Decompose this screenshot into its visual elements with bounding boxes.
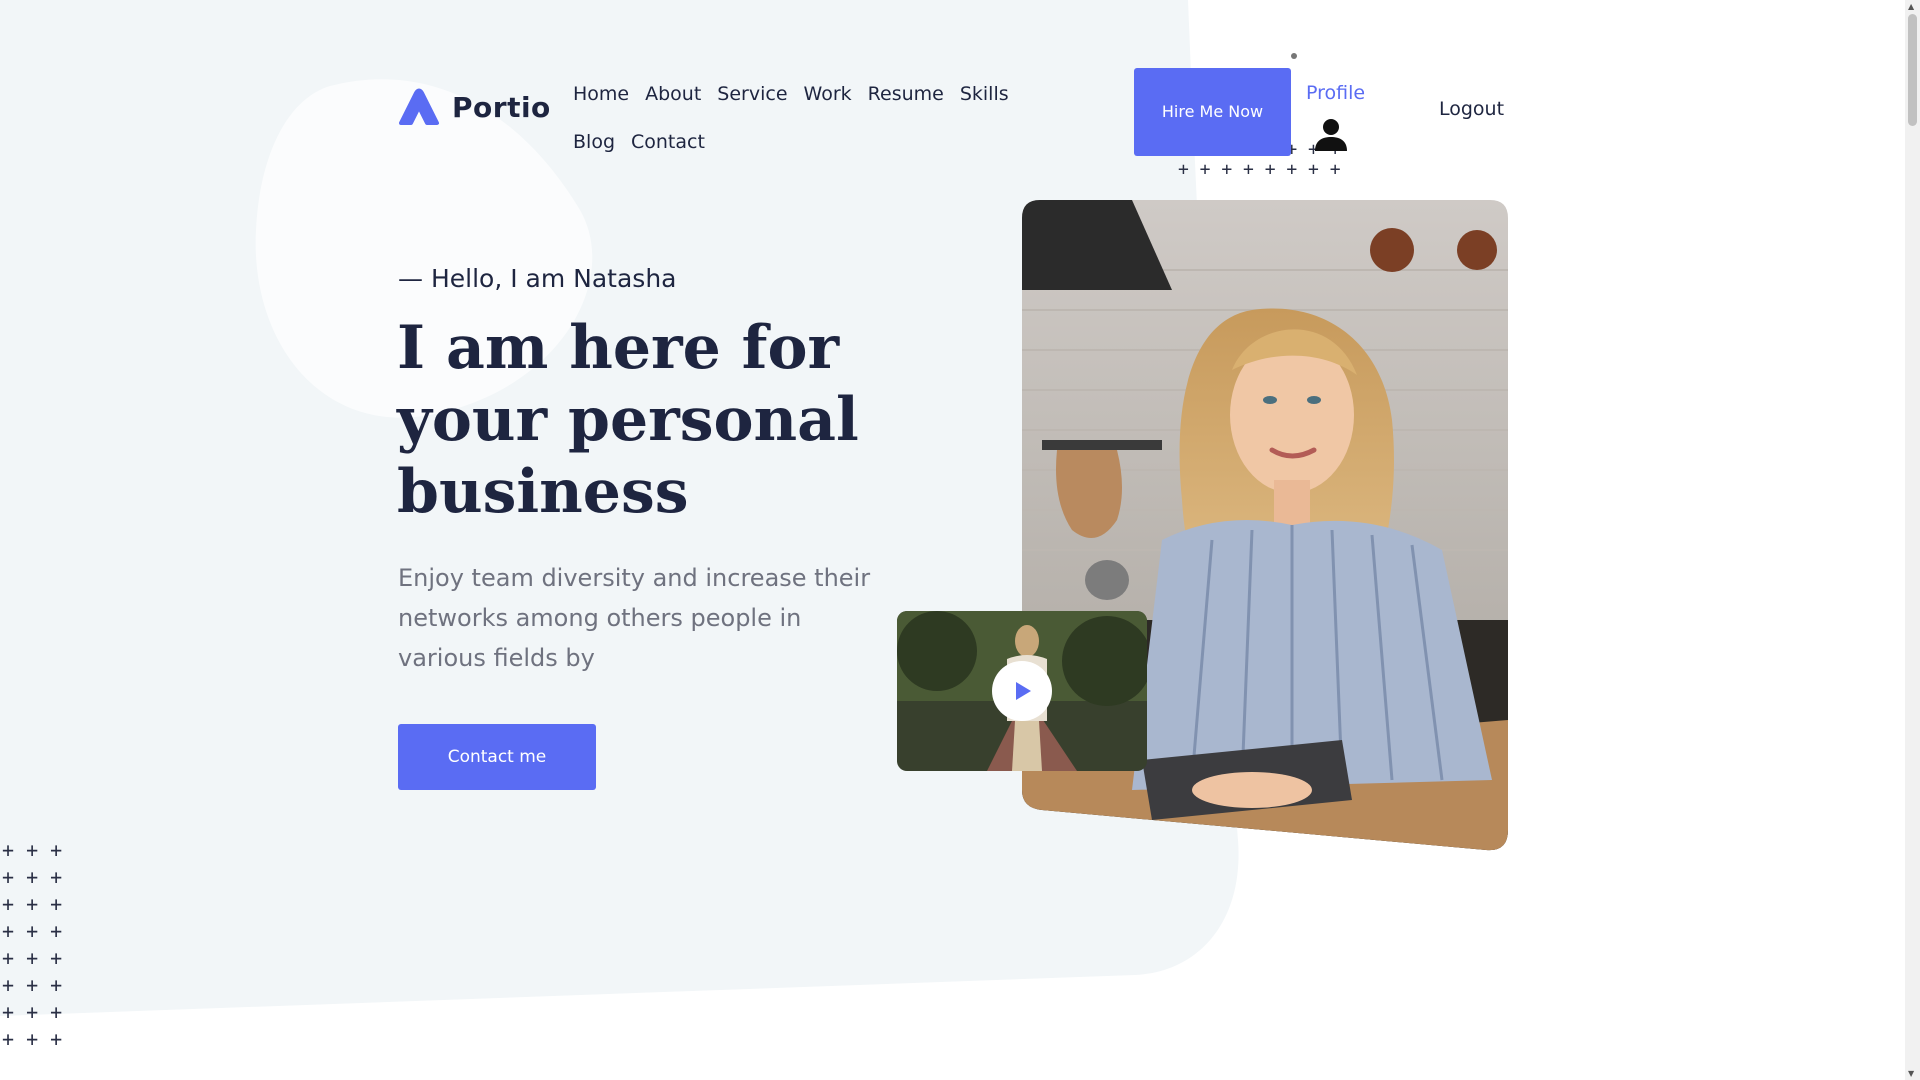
nav-item-service[interactable]: Service [717,70,787,118]
nav-item-blog[interactable]: Blog [573,118,615,166]
decor-dot [1291,53,1297,59]
contact-me-button[interactable]: Contact me [398,724,596,790]
nav-item-about[interactable]: About [645,70,701,118]
nav-item-home[interactable]: Home [573,70,629,118]
nav-item-skills[interactable]: Skills [960,70,1009,118]
scroll-down-icon[interactable]: ▼ [1908,1069,1914,1078]
hero-description: Enjoy team diversity and increase their … [398,564,871,672]
nav-item-contact[interactable]: Contact [631,118,705,166]
page-scrollbar[interactable]: ▲ ▼ [1905,0,1920,1080]
play-icon [1016,682,1031,700]
plus-pattern-left: + + + + + + + + + + + + + + + + + + + + … [2,838,63,1051]
brand-name: Portio [452,90,551,124]
hero-title: I am here for your personal business [397,313,859,527]
logout-link[interactable]: Logout [1439,98,1504,120]
main-nav: Home About Service Work Resume Skills Bl… [573,70,1063,166]
user-icon[interactable] [1314,118,1348,152]
profile-link[interactable]: Profile [1306,82,1365,104]
scroll-up-icon[interactable]: ▲ [1908,2,1914,11]
nav-item-resume[interactable]: Resume [868,70,944,118]
play-button[interactable] [992,661,1052,721]
logo-mark-icon [399,88,439,125]
scrollbar-thumb[interactable] [1908,14,1917,126]
nav-item-work[interactable]: Work [804,70,852,118]
brand-logo[interactable]: Portio [398,88,551,126]
hire-me-button[interactable]: Hire Me Now [1134,68,1291,156]
hero-greeting: — Hello, I am Natasha [398,264,677,293]
